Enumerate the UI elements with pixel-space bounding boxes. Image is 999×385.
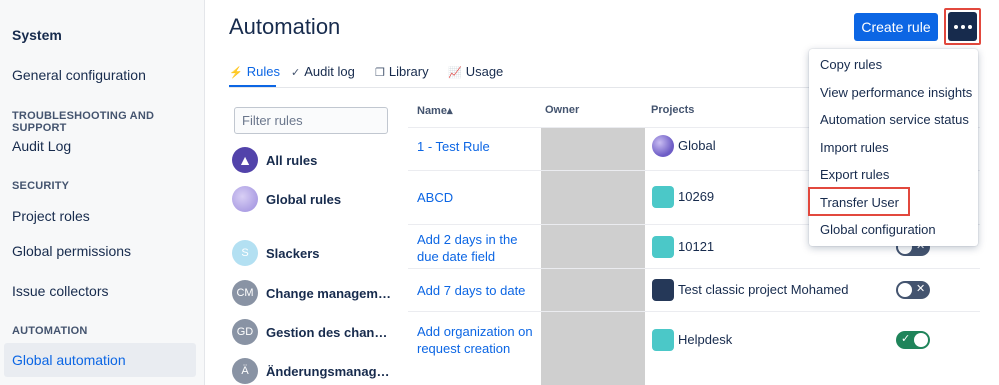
tab-label: Audit log [304,64,355,79]
sidebar-item-global-automation[interactable]: Global automation [4,343,196,377]
category-label: Change management [266,286,394,301]
rule-name-link[interactable]: 1 - Test Rule [417,138,542,155]
category-gestion-des-changements[interactable]: GD Gestion des change… [232,319,402,347]
avatar: CM [232,280,258,306]
rule-enabled-toggle[interactable]: ✕ [896,281,930,299]
avatar: S [232,240,258,266]
rule-name-link[interactable]: Add 7 days to date [417,282,542,299]
avatar: Ä [232,358,258,384]
sidebar-item-audit-log[interactable]: Audit Log [12,138,71,154]
tab-usage[interactable]: 📈 Usage [448,64,503,79]
sidebar-heading-troubleshooting: TROUBLESHOOTING AND SUPPORT [12,110,155,134]
rule-enabled-toggle[interactable]: ✓ [896,331,930,349]
category-label: Gestion des change… [266,325,394,340]
filter-rules-input[interactable]: Filter rules [234,107,388,134]
globe-icon [652,135,674,157]
tab-library[interactable]: ❐ Library [375,64,429,79]
tab-rules[interactable]: ⚡ Rules [229,64,280,79]
sidebar-heading-security: SECURITY [12,180,70,192]
sidebar-item-label: Global automation [12,352,126,368]
sidebar-item-general-configuration[interactable]: General configuration [12,67,146,83]
transfer-user-highlight [808,187,910,216]
menu-item-global-configuration[interactable]: Global configuration [820,222,936,237]
sidebar-item-global-permissions[interactable]: Global permissions [12,243,131,259]
rocket-icon [652,279,674,301]
sort-ascending-icon: ▴ [446,105,453,117]
column-header-name[interactable]: Name▴ [417,104,453,117]
tab-label: Usage [465,64,504,79]
menu-item-export-rules[interactable]: Export rules [820,167,889,182]
globe-icon [232,186,258,212]
atlassian-logo-icon: ▲ [232,147,258,173]
more-actions-button[interactable] [948,12,977,41]
tab-audit-log[interactable]: ✓ Audit log [291,64,355,79]
project-avatar-icon [652,186,674,208]
category-label: Änderungsmanagem… [266,364,394,379]
rule-name-link[interactable]: ABCD [417,189,542,206]
rule-name-link[interactable]: Add organization on request creation [417,323,542,357]
project-label: Helpdesk [678,332,733,347]
tab-divider [229,87,809,88]
project-label: 10121 [678,239,715,254]
category-global-rules[interactable]: Global rules [232,186,402,214]
close-icon: ✕ [916,283,926,295]
project-avatar-icon [652,329,674,351]
project-label: Test classic project Mohamed [678,282,849,297]
menu-item-import-rules[interactable]: Import rules [820,140,889,155]
more-actions-menu: Copy rules View performance insights Aut… [809,49,978,246]
category-anderungsmanagement[interactable]: Ä Änderungsmanagem… [232,358,402,385]
chart-icon: 📈 [448,67,462,79]
tab-label: Library [388,64,429,79]
category-label: Global rules [266,192,342,207]
project-label: 10269 [678,189,715,204]
copy-icon: ❐ [375,67,385,79]
category-label: Slackers [266,246,320,261]
category-slackers[interactable]: S Slackers [232,240,402,268]
sidebar: System General configuration TROUBLESHOO… [0,0,205,385]
avatar: GD [232,319,258,345]
ellipsis-icon [954,25,972,29]
check-icon: ✓ [901,333,911,345]
toggle-knob [898,283,912,297]
toggle-knob [914,333,928,347]
check-circle-icon: ✓ [291,67,301,79]
sidebar-heading-automation: AUTOMATION [12,325,88,337]
tab-label: Rules [246,64,280,79]
row-divider [408,311,980,312]
sidebar-item-issue-collectors[interactable]: Issue collectors [12,283,108,299]
create-rule-button[interactable]: Create rule [854,13,938,41]
rule-name-link[interactable]: Add 2 days in the due date field [417,231,542,265]
row-divider [408,268,980,269]
category-all-rules[interactable]: ▲ All rules [232,147,402,175]
category-label: All rules [266,153,318,168]
lightning-icon: ⚡ [229,67,243,79]
owner-redacted-block [541,128,645,385]
category-change-management[interactable]: CM Change management [232,280,402,308]
menu-item-view-performance-insights[interactable]: View performance insights [820,85,972,100]
project-label: Global [678,138,716,153]
sidebar-item-project-roles[interactable]: Project roles [12,208,90,224]
column-header-owner[interactable]: Owner [545,104,579,116]
sidebar-title: System [12,27,62,43]
column-header-projects[interactable]: Projects [651,104,694,116]
project-avatar-icon [652,236,674,258]
page-title: Automation [229,14,341,39]
menu-item-automation-service-status[interactable]: Automation service status [820,112,969,127]
menu-item-copy-rules[interactable]: Copy rules [820,57,882,72]
